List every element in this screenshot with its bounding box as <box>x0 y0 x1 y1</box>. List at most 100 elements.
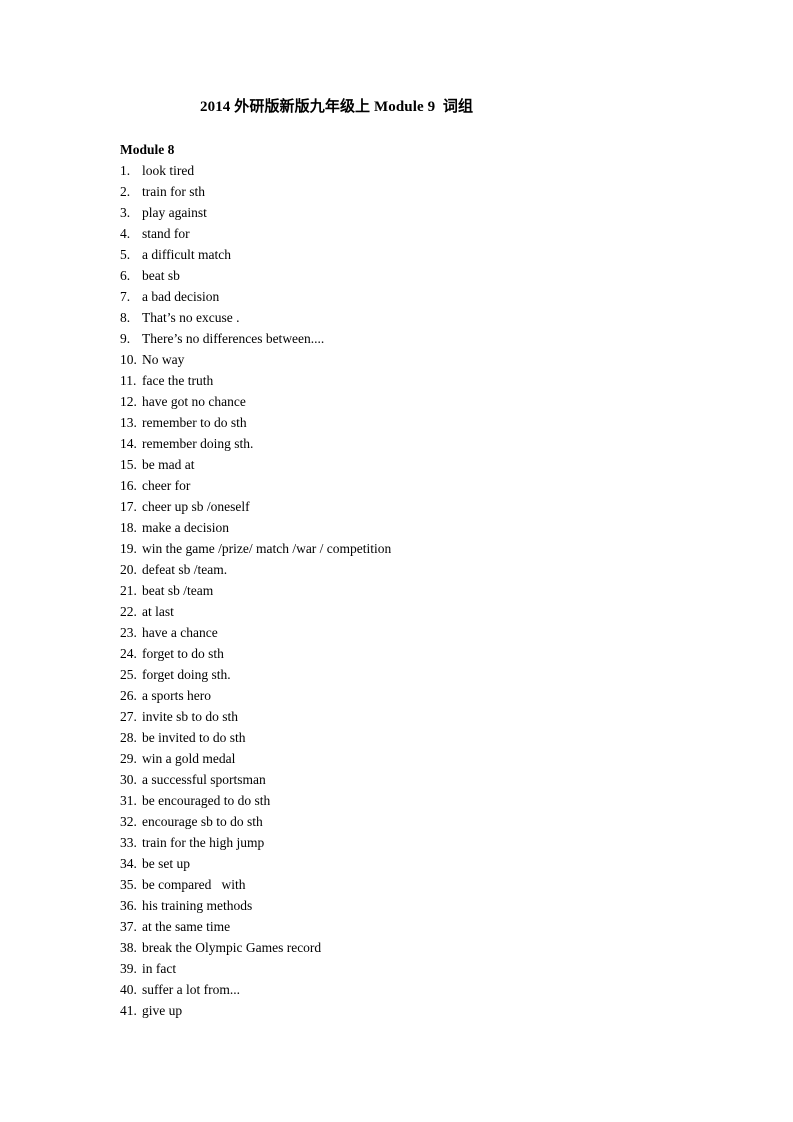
list-item-text: face the truth <box>142 373 214 388</box>
list-item-number: 13. <box>120 415 137 430</box>
list-item: 35. be compared with <box>120 874 720 895</box>
list-item: 21. beat sb /team <box>120 580 720 601</box>
list-item-number: 17. <box>120 499 137 514</box>
list-item-number: 34. <box>120 856 137 871</box>
list-item: 12. have got no chance <box>120 391 720 412</box>
list-item: 20. defeat sb /team. <box>120 559 720 580</box>
list-item: 36. his training methods <box>120 895 720 916</box>
list-item-number: 29. <box>120 751 137 766</box>
list-item-text: look tired <box>142 163 195 178</box>
list-item: 32. encourage sb to do sth <box>120 811 720 832</box>
list-item: 27. invite sb to do sth <box>120 706 720 727</box>
list-item-text: suffer a lot from... <box>142 982 240 997</box>
page-title: 2014 外研版新版九年级上 Module 9 词组 <box>200 99 474 115</box>
list-item-text: be encouraged to do sth <box>142 793 271 808</box>
list-item-number: 25. <box>120 667 137 682</box>
list-item-number: 4. <box>120 226 131 241</box>
list-item-text: a bad decision <box>142 289 220 304</box>
list-item-number: 39. <box>120 961 137 976</box>
list-item-number: 16. <box>120 478 137 493</box>
list-item-number: 1. <box>120 163 131 178</box>
list-item-text: No way <box>142 352 185 367</box>
list-item-text: forget doing sth. <box>142 667 231 682</box>
list-item-text: a difficult match <box>142 247 231 262</box>
list-item: 6. beat sb <box>120 265 720 286</box>
list-item: 38. break the Olympic Games record <box>120 937 720 958</box>
list-item-number: 10. <box>120 352 137 367</box>
list-item-text: at the same time <box>142 919 231 934</box>
list-item-text: have a chance <box>142 625 218 640</box>
list-item-text: have got no chance <box>142 394 246 409</box>
list-item-number: 35. <box>120 877 137 892</box>
list-item-text: in fact <box>142 961 177 976</box>
list-item: 9. There’s no differences between.... <box>120 328 720 349</box>
list-item: 24. forget to do sth <box>120 643 720 664</box>
list-item-text: a sports hero <box>142 688 211 703</box>
list-item: 13. remember to do sth <box>120 412 720 433</box>
list-item-number: 8. <box>120 310 131 325</box>
list-item: 11. face the truth <box>120 370 720 391</box>
list-item: 8. That’s no excuse . <box>120 307 720 328</box>
list-item: 2. train for sth <box>120 181 720 202</box>
list-item-text: win the game /prize/ match /war / compet… <box>142 541 392 556</box>
list-item-number: 23. <box>120 625 137 640</box>
list-item: 18. make a decision <box>120 517 720 538</box>
list-item-number: 5. <box>120 247 131 262</box>
list-item: 28. be invited to do sth <box>120 727 720 748</box>
list-item: 14. remember doing sth. <box>120 433 720 454</box>
list-item: 31. be encouraged to do sth <box>120 790 720 811</box>
list-item-text: train for the high jump <box>142 835 265 850</box>
list-item: 25. forget doing sth. <box>120 664 720 685</box>
list-item-number: 21. <box>120 583 137 598</box>
list-item-number: 26. <box>120 688 137 703</box>
list-item-number: 15. <box>120 457 137 472</box>
list-item: 40. suffer a lot from... <box>120 979 720 1000</box>
list-item: 29. win a gold medal <box>120 748 720 769</box>
list-item-text: play against <box>142 205 207 220</box>
list-item-text: cheer up sb /oneself <box>142 499 250 514</box>
list-item-text: stand for <box>142 226 190 241</box>
list-item-text: a successful sportsman <box>142 772 266 787</box>
list-item: 22. at last <box>120 601 720 622</box>
list-item: 5. a difficult match <box>120 244 720 265</box>
list-item-number: 18. <box>120 520 137 535</box>
list-item-text: be compared with <box>142 877 246 892</box>
list-item-text: defeat sb /team. <box>142 562 228 577</box>
list-item-number: 30. <box>120 772 137 787</box>
list-item-text: give up <box>142 1003 183 1018</box>
list-item-number: 33. <box>120 835 137 850</box>
list-item-text: encourage sb to do sth <box>142 814 263 829</box>
list-item-number: 14. <box>120 436 137 451</box>
list-item: 33. train for the high jump <box>120 832 720 853</box>
list-item-number: 27. <box>120 709 137 724</box>
list-item: 23. have a chance <box>120 622 720 643</box>
list-item: 10. No way <box>120 349 720 370</box>
list-item: 15. be mad at <box>120 454 720 475</box>
list-item-number: 28. <box>120 730 137 745</box>
list-item: 16. cheer for <box>120 475 720 496</box>
list-item: 34. be set up <box>120 853 720 874</box>
list-item-number: 31. <box>120 793 137 808</box>
list-item-number: 9. <box>120 331 131 346</box>
list-item-text: There’s no differences between.... <box>142 331 325 346</box>
document-page: 2014 外研版新版九年级上 Module 9 词组 Module 8 1. lo… <box>0 0 793 1122</box>
list-item: 7. a bad decision <box>120 286 720 307</box>
list-item-number: 22. <box>120 604 137 619</box>
list-item-number: 41. <box>120 1003 137 1018</box>
phrase-list: 1. look tired 2. train for sth 3. play agains… <box>120 160 720 1021</box>
list-item-number: 32. <box>120 814 137 829</box>
list-item-number: 37. <box>120 919 137 934</box>
list-item-number: 38. <box>120 940 137 955</box>
list-item: 39. in fact <box>120 958 720 979</box>
list-item-number: 36. <box>120 898 137 913</box>
list-item: 41. give up <box>120 1000 720 1021</box>
list-item-text: train for sth <box>142 184 205 199</box>
list-item-number: 6. <box>120 268 131 283</box>
section-heading-module-8: Module 8 <box>120 142 175 157</box>
list-item-text: at last <box>142 604 174 619</box>
list-item-text: That’s no excuse . <box>142 310 240 325</box>
list-item-number: 11. <box>120 373 137 388</box>
list-item: 4. stand for <box>120 223 720 244</box>
list-item-text: win a gold medal <box>142 751 236 766</box>
list-item-number: 20. <box>120 562 137 577</box>
